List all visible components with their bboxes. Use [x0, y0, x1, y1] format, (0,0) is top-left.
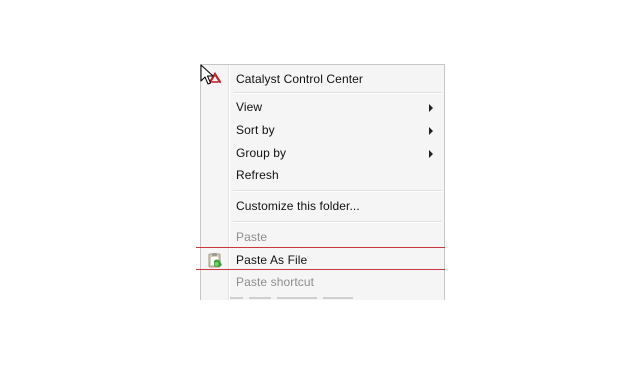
submenu-arrow-icon [429, 127, 433, 135]
menu-separator [233, 190, 442, 192]
menu-item-paste-as-file[interactable]: Paste As File [201, 249, 444, 271]
menu-item-sort-by[interactable]: Sort by [201, 119, 444, 141]
menu-item-label: Sort by [236, 123, 275, 137]
menu-item-label: Paste [236, 230, 268, 244]
menu-item-label: Paste shortcut [236, 275, 315, 289]
menu-item-label: Refresh [236, 168, 279, 182]
menu-item-label: Group by [236, 146, 287, 160]
catalyst-control-center-icon [207, 71, 223, 86]
menu-item-label: Paste As File [236, 253, 308, 267]
submenu-arrow-icon [429, 104, 433, 112]
submenu-arrow-icon [429, 150, 433, 158]
menu-item-label: Customize this folder... [236, 199, 360, 213]
menu-item-paste-shortcut[interactable]: Paste shortcut [201, 271, 444, 293]
cropped-next-item [229, 297, 429, 300]
menu-item-catalyst-control-center[interactable]: Catalyst Control Center [201, 68, 444, 90]
menu-item-refresh[interactable]: Refresh [201, 164, 444, 186]
paste-as-file-icon [208, 252, 223, 268]
menu-item-label: View [236, 100, 263, 114]
menu-separator [233, 221, 442, 223]
context-menu: Catalyst Control Center View Sort by Gro… [200, 64, 445, 300]
menu-separator [233, 92, 442, 94]
menu-item-view[interactable]: View [201, 96, 444, 118]
desktop-area: Catalyst Control Center View Sort by Gro… [0, 0, 630, 374]
menu-item-group-by[interactable]: Group by [201, 142, 444, 164]
menu-item-paste[interactable]: Paste [201, 226, 444, 248]
menu-item-label: Catalyst Control Center [236, 72, 364, 86]
menu-item-customize-folder[interactable]: Customize this folder... [201, 195, 444, 217]
